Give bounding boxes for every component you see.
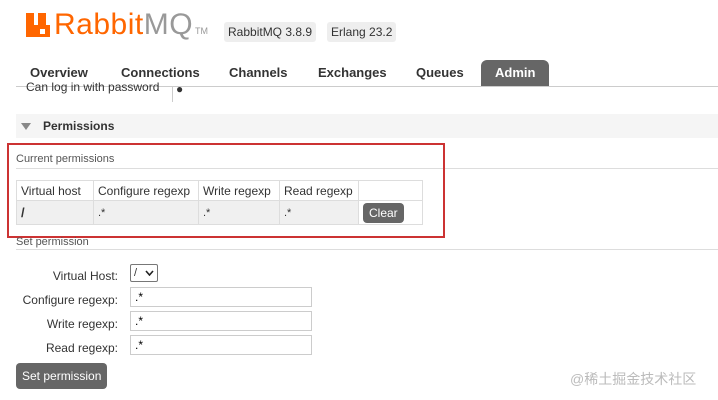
- virtual-host-select[interactable]: /: [130, 264, 158, 282]
- virtual-host-selected-value: /: [134, 267, 138, 279]
- permissions-section-header[interactable]: Permissions: [16, 114, 718, 138]
- set-permission-title: Set permission: [16, 236, 89, 248]
- set-permission-button[interactable]: Set permission: [16, 363, 108, 389]
- rabbit-logo-icon: [26, 13, 50, 37]
- divider: [16, 249, 718, 250]
- watermark: @稀土掘金技术社区: [570, 371, 697, 387]
- collapse-triangle-icon: [21, 122, 31, 130]
- tab-exchanges[interactable]: Exchanges: [304, 60, 401, 86]
- virtual-host-label: Virtual Host:: [52, 269, 118, 283]
- rabbitmq-logo[interactable]: RabbitMQ TM: [26, 8, 208, 42]
- configure-regexp-input[interactable]: [130, 287, 312, 307]
- divider: [172, 86, 173, 102]
- erlang-version-badge: Erlang 23.2: [327, 22, 397, 42]
- chevron-down-icon: [145, 270, 154, 276]
- read-regexp-label: Read regexp:: [45, 341, 118, 355]
- can-login-label: Can log in with password: [26, 80, 160, 94]
- tab-admin[interactable]: Admin: [481, 60, 550, 86]
- tab-channels[interactable]: Channels: [215, 60, 302, 86]
- highlight-box: [7, 143, 445, 238]
- permissions-title: Permissions: [43, 119, 115, 133]
- read-regexp-input[interactable]: [130, 335, 312, 355]
- tab-queues[interactable]: Queues: [402, 60, 478, 86]
- can-login-value: ●: [176, 82, 184, 96]
- configure-regexp-label: Configure regexp:: [22, 293, 118, 307]
- logo-text: RabbitMQ: [54, 8, 194, 41]
- write-regexp-label: Write regexp:: [46, 317, 118, 331]
- rabbitmq-version-badge: RabbitMQ 3.8.9: [224, 22, 317, 42]
- logo-trademark: TM: [195, 26, 209, 36]
- user-detail-row: Can log in with password ●: [26, 80, 183, 96]
- write-regexp-input[interactable]: [130, 311, 312, 331]
